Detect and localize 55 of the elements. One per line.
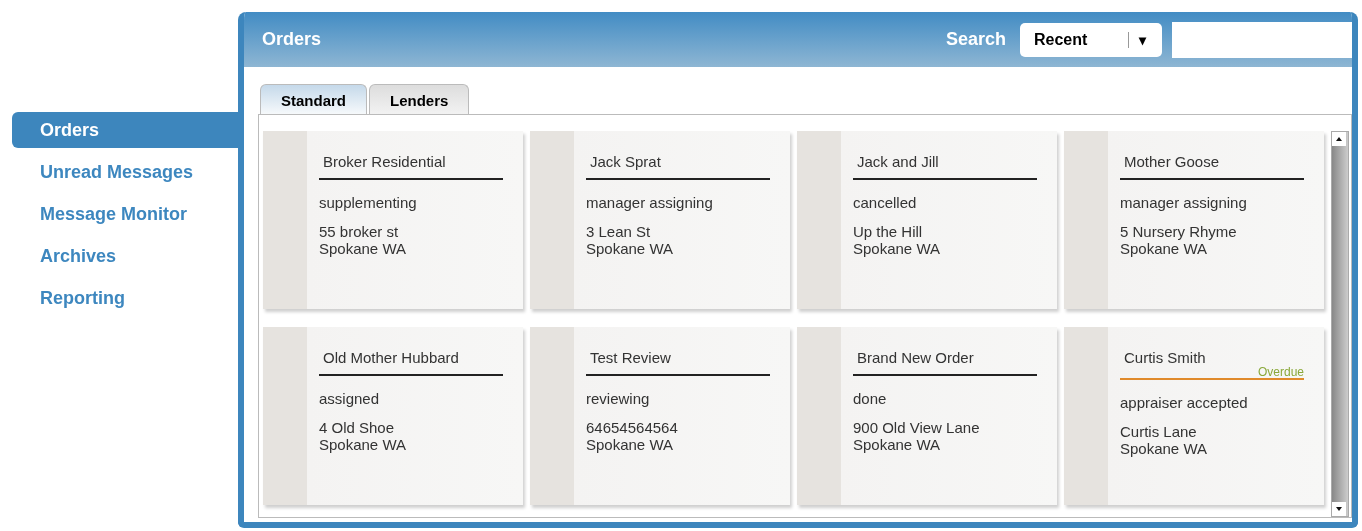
tab[interactable]: Standard <box>260 84 367 114</box>
nav-item[interactable]: Orders <box>12 112 238 148</box>
order-card[interactable]: Curtis Smith Overdue appraiser accepted Curtis Lane Spokane WA <box>1064 327 1324 505</box>
order-address: Up the Hill <box>853 223 924 240</box>
order-card[interactable]: Jack Sprat manager assigning 3 Lean St Spokane WA <box>530 131 790 309</box>
order-city: Spokane WA <box>586 436 674 453</box>
order-city: Spokane WA <box>319 436 407 453</box>
scroll-down-icon[interactable] <box>1332 502 1346 516</box>
order-address: 55 broker st <box>319 223 400 240</box>
order-name: Broker Residential <box>322 153 447 170</box>
order-name: Test Review <box>589 349 672 366</box>
order-city: Spokane WA <box>853 436 941 453</box>
order-name: Old Mother Hubbard <box>322 349 460 366</box>
order-card[interactable]: Broker Residential supplementing 55 broker st Spokane WA <box>263 131 523 309</box>
order-status: cancelled <box>853 194 918 211</box>
order-name: Jack Sprat <box>589 153 662 170</box>
order-status: reviewing <box>586 390 651 407</box>
order-card[interactable]: Old Mother Hubbard assigned 4 Old Shoe Spokane WA <box>263 327 523 505</box>
order-address: 5 Nursery Rhyme <box>1120 223 1238 240</box>
search-label: Search <box>945 29 1006 50</box>
overdue-label: Overdue <box>1256 366 1304 378</box>
order-name: Brand New Order <box>856 349 975 366</box>
order-address: 3 Lean St <box>586 223 652 240</box>
nav-item[interactable]: Message Monitor <box>12 196 238 232</box>
nav-item[interactable]: Reporting <box>12 280 238 316</box>
order-city: Spokane WA <box>853 240 941 257</box>
order-address: 4 Old Shoe <box>319 419 396 436</box>
order-name: Mother Goose <box>1123 153 1221 170</box>
order-status: done <box>853 390 888 407</box>
order-status: supplementing <box>319 194 418 211</box>
order-address: 64654564564 <box>586 419 679 436</box>
order-status: assigned <box>319 390 381 407</box>
order-status: manager assigning <box>1120 194 1248 211</box>
order-card[interactable]: Test Review reviewing 64654564564 Spokane WA <box>530 327 790 505</box>
order-status: manager assigning <box>586 194 714 211</box>
order-city: Spokane WA <box>1120 240 1208 257</box>
order-status: appraiser accepted <box>1120 394 1249 411</box>
order-city: Spokane WA <box>1120 440 1208 457</box>
order-card[interactable]: Mother Goose manager assigning 5 Nursery Rhyme Spokane WA <box>1064 131 1324 309</box>
nav-item[interactable]: Archives <box>12 238 238 274</box>
order-city: Spokane WA <box>319 240 407 257</box>
search-field[interactable] <box>1172 21 1352 58</box>
order-city: Spokane WA <box>586 240 674 257</box>
order-name: Jack and Jill <box>856 153 940 170</box>
scroll-up-icon[interactable] <box>1332 132 1346 146</box>
scope-dropdown[interactable]: Recent ▾ <box>1020 22 1162 57</box>
order-address: Curtis Lane <box>1120 423 1198 440</box>
tab[interactable]: Lenders <box>369 84 470 114</box>
scrollbar[interactable] <box>1331 131 1349 517</box>
order-name: Curtis Smith <box>1123 349 1207 366</box>
order-address: 900 Old View Lane <box>853 419 981 436</box>
order-card[interactable]: Jack and Jill cancelled Up the Hill Spokane WA <box>797 131 1057 309</box>
panel-title: Orders <box>262 29 323 50</box>
nav-item[interactable]: Unread Messages <box>12 154 238 190</box>
order-card[interactable]: Brand New Order done 900 Old View Lane Spokane WA <box>797 327 1057 505</box>
